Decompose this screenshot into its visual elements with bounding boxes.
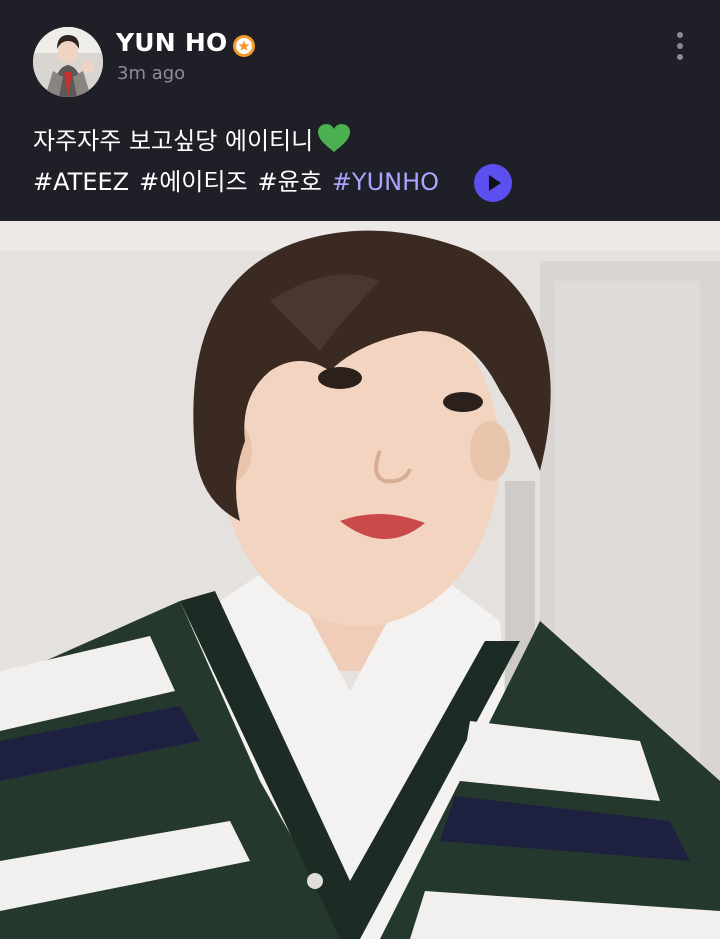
caption-text: 자주자주 보고싶당 에이티니 <box>33 127 314 155</box>
more-vertical-icon[interactable] <box>668 28 692 64</box>
post-timestamp: 3m ago <box>117 63 186 84</box>
hashtag-ateez[interactable]: #ATEEZ <box>33 168 129 196</box>
hashtag-ateez-korean[interactable]: #에이티즈 <box>139 168 247 196</box>
play-icon[interactable] <box>474 164 512 202</box>
author-name[interactable]: YUN HO <box>116 28 227 57</box>
avatar-image <box>33 27 103 97</box>
hashtag-yunho-korean[interactable]: #윤호 <box>258 168 322 196</box>
hashtag-list: #ATEEZ #에이티즈 #윤호 #YUNHO <box>33 167 449 197</box>
avatar[interactable] <box>33 27 103 97</box>
hashtag-yunho[interactable]: #YUNHO <box>332 168 439 196</box>
post-header: YUN HO 3m ago 자주자주 보고싶당 에이티니 #ATEEZ #에이티즈… <box>0 0 720 220</box>
post-caption: 자주자주 보고싶당 에이티니 <box>33 123 351 160</box>
green-heart-icon <box>317 123 351 160</box>
verified-star-icon <box>233 35 255 57</box>
post-photo[interactable] <box>0 221 720 939</box>
selfie-image <box>0 221 720 939</box>
post-card: YUN HO 3m ago 자주자주 보고싶당 에이티니 #ATEEZ #에이티즈… <box>0 0 720 939</box>
